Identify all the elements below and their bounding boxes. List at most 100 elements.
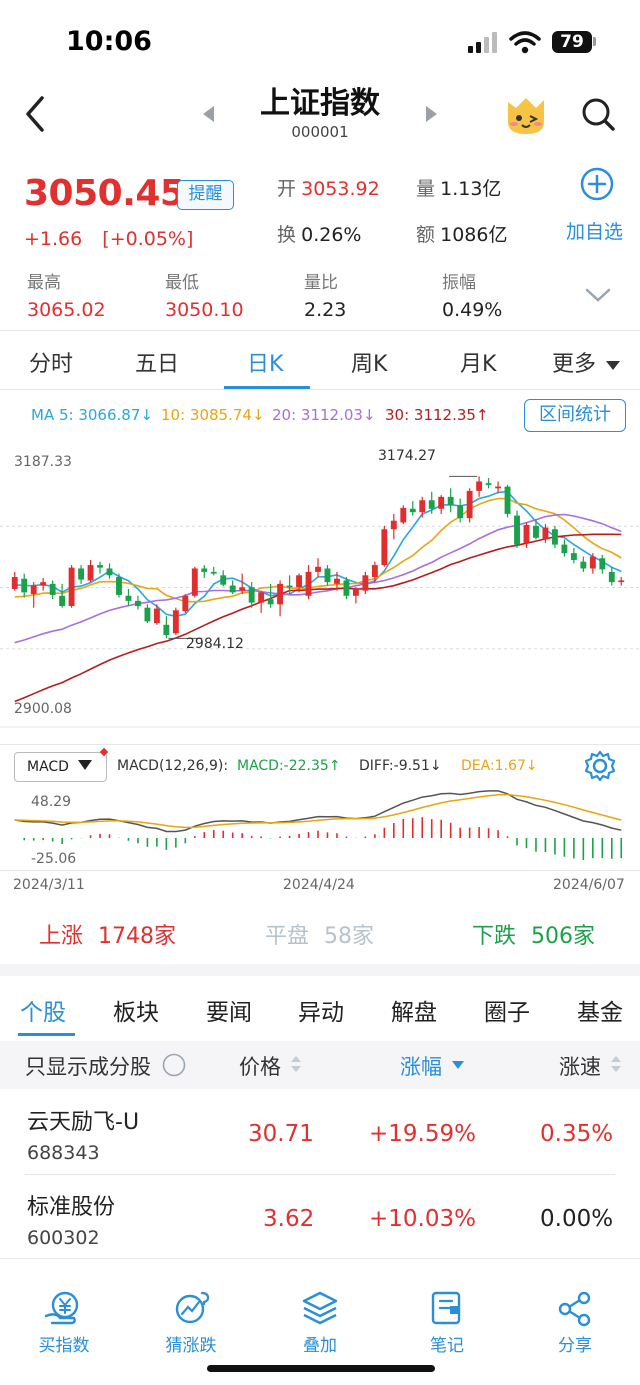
stock-price: 3.62: [263, 1206, 315, 1232]
share-icon[interactable]: [556, 1290, 594, 1328]
candle-body: [447, 496, 454, 506]
stock-speed: 0.35%: [540, 1121, 614, 1147]
settings-gear-icon[interactable]: [583, 749, 617, 783]
ma10-line: [14, 497, 622, 603]
candle-body: [229, 585, 236, 593]
candle-body: [182, 595, 189, 612]
candle-body: [125, 595, 132, 601]
candle-body: [210, 571, 217, 574]
turnover-field: 换 0.26%: [277, 220, 361, 247]
nav-overlay[interactable]: 叠加: [270, 1331, 370, 1356]
candle-body: [343, 580, 350, 596]
notes-icon[interactable]: [428, 1290, 464, 1326]
tab-more[interactable]: 更多: [552, 346, 621, 378]
high-marker-label: 3174.27: [378, 448, 436, 464]
down-count: 506家: [531, 924, 596, 949]
macd-y-bottom-label: -25.06: [31, 851, 77, 867]
tab-fenshi[interactable]: 分时: [29, 346, 73, 378]
table-row[interactable]: 标准股份 600302 3.62 +10.03% 0.00%: [0, 1177, 640, 1257]
candle-body: [40, 582, 47, 586]
tab-week-k[interactable]: 周K: [351, 346, 387, 378]
candle-body: [68, 567, 75, 607]
stock-name: 标准股份: [27, 1195, 116, 1220]
stock-code: 600302: [27, 1227, 100, 1249]
candle-body: [87, 565, 94, 581]
indicator-selector[interactable]: MACD: [14, 752, 107, 782]
candle-body: [371, 565, 378, 578]
up-label: 上涨: [39, 924, 84, 949]
dea-line: [14, 793, 622, 829]
next-stock-icon[interactable]: [424, 104, 440, 124]
nav-share[interactable]: 分享: [525, 1331, 625, 1356]
buy-index-icon[interactable]: [44, 1290, 82, 1326]
constituent-filter[interactable]: 只显示成分股: [25, 1051, 186, 1081]
add-watchlist-button[interactable]: 加自选: [566, 217, 623, 244]
tab-movers[interactable]: 异动: [298, 993, 344, 1027]
sort-speed[interactable]: 涨速: [559, 1051, 622, 1081]
battery-icon: 79: [552, 31, 592, 53]
candle-body: [97, 565, 103, 568]
stat-amplitude: 振幅 0.49%: [442, 268, 502, 321]
table-row[interactable]: 云天励飞-U 688343 30.71 +19.59% 0.35%: [0, 1092, 640, 1176]
radio-circle-icon[interactable]: [162, 1053, 186, 1077]
tab-day-k[interactable]: 日K: [247, 346, 283, 378]
date-mid: 2024/4/24: [283, 877, 355, 893]
active-category-indicator: [18, 1033, 75, 1036]
open-field: 开 3053.92: [277, 174, 380, 201]
candle-body: [172, 610, 179, 634]
tab-wuri[interactable]: 五日: [135, 346, 179, 378]
tab-funds[interactable]: 基金: [577, 993, 623, 1027]
search-icon[interactable]: [580, 96, 616, 132]
candle-body: [352, 588, 359, 596]
macd-chart[interactable]: [0, 786, 640, 870]
add-watchlist-icon[interactable]: [580, 167, 614, 201]
amount-value: 1086亿: [440, 224, 508, 246]
remind-button[interactable]: 提醒: [177, 180, 234, 210]
stat-label: 最高: [27, 273, 61, 293]
macd-value: MACD:-22.35↑: [237, 758, 341, 774]
ma5-label: MA 5: 3066.87↓: [31, 406, 153, 424]
tab-news[interactable]: 要闻: [206, 993, 252, 1027]
tab-community[interactable]: 圈子: [484, 993, 530, 1027]
nav-buy-index[interactable]: 买指数: [14, 1331, 114, 1356]
guess-trend-icon[interactable]: [173, 1290, 211, 1326]
range-stats-button[interactable]: 区间统计: [524, 399, 626, 432]
y-axis-top-label: 3187.33: [14, 454, 72, 470]
unchanged-stat: 平盘 58家: [265, 918, 374, 950]
date-end: 2024/6/07: [553, 877, 625, 893]
expand-chevron-icon[interactable]: [584, 286, 612, 304]
candle-body: [533, 525, 539, 538]
indicator-selector-label: MACD: [27, 759, 69, 775]
section-separator: [0, 964, 640, 976]
candle-body: [542, 527, 549, 540]
turnover-label: 换: [277, 224, 297, 246]
tab-analysis[interactable]: 解盘: [391, 993, 437, 1027]
divider: [0, 870, 640, 871]
sort-price[interactable]: 价格: [239, 1051, 302, 1081]
caret-down-icon: [78, 760, 93, 770]
candle-body: [476, 481, 483, 491]
nav-notes[interactable]: 笔记: [397, 1331, 497, 1356]
candle-body: [580, 561, 587, 569]
sort-change[interactable]: 涨幅: [400, 1051, 465, 1081]
wifi-icon: [509, 31, 541, 54]
kline-chart[interactable]: [0, 440, 640, 740]
nav-guess-trend[interactable]: 猜涨跌: [141, 1331, 241, 1356]
tab-sectors[interactable]: 板块: [113, 993, 159, 1027]
tab-month-k[interactable]: 月K: [460, 346, 496, 378]
volume-value: 1.13亿: [440, 178, 502, 200]
tab-stocks[interactable]: 个股: [20, 993, 66, 1027]
up-count: 1748家: [98, 924, 177, 949]
divider: [0, 330, 640, 331]
date-start: 2024/3/11: [13, 877, 85, 893]
flat-count: 58家: [324, 924, 375, 949]
stat-label: 振幅: [442, 273, 476, 293]
stock-price: 30.71: [248, 1121, 314, 1147]
overlay-layers-icon[interactable]: [301, 1290, 339, 1326]
stock-speed: 0.00%: [540, 1206, 614, 1232]
candle-body: [608, 571, 615, 583]
y-axis-bottom-label: 2900.08: [14, 701, 72, 717]
mascot-icon[interactable]: [502, 92, 550, 136]
candle-body: [514, 515, 520, 545]
amount-field: 额 1086亿: [416, 220, 507, 247]
